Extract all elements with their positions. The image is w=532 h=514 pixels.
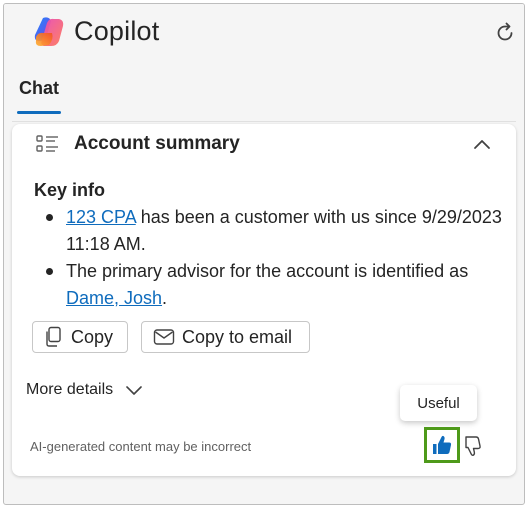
refresh-icon[interactable] — [494, 22, 516, 44]
copilot-pane: Copilot Chat Account summary Key info 12… — [3, 3, 525, 505]
account-summary-card: Account summary Key info 123 CPA has bee… — [12, 124, 516, 476]
bullet-suffix: . — [162, 288, 168, 308]
header: Copilot Chat — [4, 4, 524, 120]
more-details-label: More details — [26, 381, 114, 398]
copy-button[interactable]: Copy — [32, 321, 128, 353]
useful-tooltip: Useful — [400, 385, 477, 421]
copilot-logo-icon — [34, 17, 64, 46]
copy-to-email-button[interactable]: Copy to email — [141, 321, 310, 353]
copy-icon — [46, 326, 61, 347]
thumbs-up-icon — [433, 435, 452, 454]
list-item: 123 CPA has been a customer with us sinc… — [34, 204, 504, 258]
bullet-text: The primary advisor for the account is i… — [66, 261, 469, 281]
account-link[interactable]: 123 CPA — [66, 207, 136, 227]
list-item: The primary advisor for the account is i… — [34, 258, 504, 312]
app-title: Copilot — [74, 16, 160, 46]
tab-label: Chat — [19, 78, 59, 98]
key-info-heading: Key info — [34, 180, 106, 200]
key-info-list: 123 CPA has been a customer with us sinc… — [34, 204, 504, 312]
bullet-dot — [46, 268, 53, 275]
ai-disclaimer: AI-generated content may be incorrect — [30, 439, 252, 454]
chevron-down-icon — [126, 386, 142, 395]
tab-chat[interactable]: Chat — [17, 76, 61, 114]
like-button[interactable] — [424, 427, 460, 463]
copy-button-label: Copy — [71, 326, 114, 347]
copy-to-email-label: Copy to email — [182, 326, 293, 347]
more-details-toggle[interactable]: More details — [26, 381, 143, 399]
mail-icon — [153, 329, 175, 345]
card-divider — [12, 121, 516, 122]
list-icon — [36, 135, 58, 152]
chevron-up-icon[interactable] — [472, 136, 492, 152]
tab-active-indicator — [17, 111, 61, 114]
bullet-dot — [46, 214, 53, 221]
section-title: Account summary — [74, 133, 240, 154]
advisor-link[interactable]: Dame, Josh — [66, 288, 162, 308]
thumbs-down-icon[interactable] — [462, 435, 482, 457]
